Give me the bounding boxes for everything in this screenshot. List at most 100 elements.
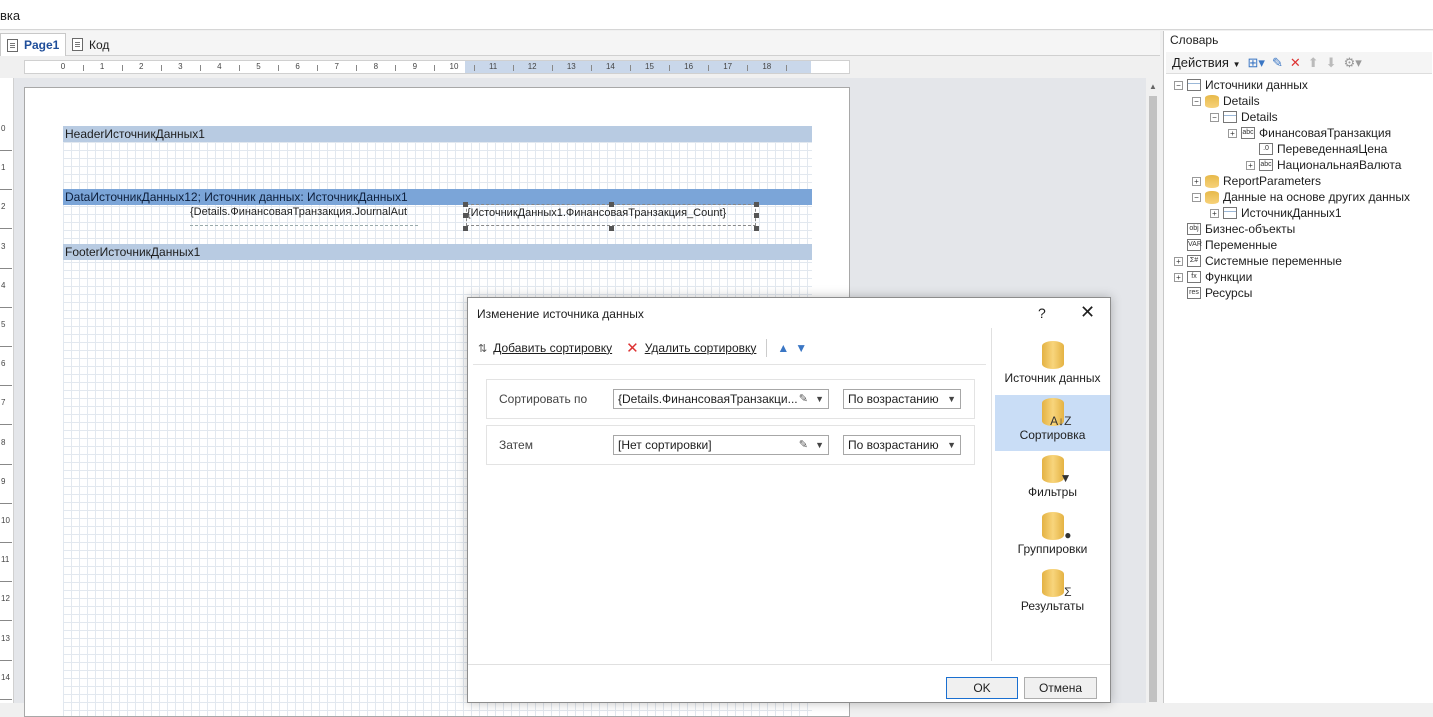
tree-node[interactable]: + ИсточникДанных1	[1210, 205, 1342, 221]
chevron-down-icon[interactable]: ▼	[815, 390, 824, 408]
tree-node[interactable]: − Источники данных	[1174, 77, 1308, 93]
tree-node[interactable]: obj Бизнес-объекты	[1174, 221, 1295, 237]
ruler-label: 2	[1, 202, 6, 212]
tree-node[interactable]: + ReportParameters	[1192, 173, 1321, 189]
expand-icon[interactable]: +	[1228, 128, 1237, 138]
tree-node[interactable]: + Σ# Системные переменные	[1174, 253, 1342, 269]
new-item-icon[interactable]: ⊞▾	[1248, 55, 1265, 71]
ruler-label: 13	[566, 62, 576, 71]
resize-handle[interactable]	[754, 213, 759, 218]
tab-page1[interactable]: Page1	[0, 33, 67, 56]
collapse-icon[interactable]: −	[1210, 112, 1219, 122]
tree-node[interactable]: + fx Функции	[1174, 269, 1252, 285]
tree-node[interactable]: res Ресурсы	[1174, 285, 1252, 301]
footer-band[interactable]: FooterИсточникДанных1	[63, 244, 812, 260]
section-0[interactable]: Источник данных	[995, 338, 1110, 394]
chevron-down-icon[interactable]: ▼	[947, 390, 956, 408]
ruler-tick	[317, 65, 319, 71]
expand-icon[interactable]: +	[1192, 176, 1201, 186]
footer-divider	[468, 664, 1110, 665]
ruler-label: 1	[1, 163, 6, 173]
add-sort-icon[interactable]: ⇅	[478, 342, 487, 355]
resize-handle[interactable]	[609, 202, 614, 207]
tree-node-label: Функции	[1205, 270, 1253, 284]
help-button[interactable]: ?	[1038, 305, 1046, 321]
header-band[interactable]: HeaderИсточникДанных1	[63, 126, 812, 142]
resize-handle[interactable]	[463, 226, 468, 231]
remove-sort-button[interactable]: Удалить сортировку	[645, 341, 757, 355]
tree-node[interactable]: + abc НациональнаяВалюта	[1246, 157, 1401, 173]
resize-handle[interactable]	[754, 202, 759, 207]
cancel-button[interactable]: Отмена	[1024, 677, 1097, 699]
edit-icon[interactable]: ✎	[1272, 55, 1283, 71]
ruler-label: 6	[295, 62, 300, 71]
actions-menu[interactable]: Действия ▼	[1172, 55, 1241, 70]
section-1[interactable]: A↓Z Сортировка	[995, 395, 1110, 451]
pencil-icon[interactable]: ✎	[799, 390, 808, 408]
tab-code[interactable]: Код	[66, 33, 115, 56]
section-4[interactable]: Σ Результаты	[995, 566, 1110, 622]
ruler-tick	[395, 65, 397, 71]
section-2[interactable]: ▼ Фильтры	[995, 452, 1110, 508]
ruler-label: 13	[1, 633, 10, 643]
tree-node-label: ReportParameters	[1223, 174, 1322, 188]
resize-handle[interactable]	[463, 213, 468, 218]
dictionary-toolbar: Действия ▼ ⊞▾ ✎ ✕ ⬆ ⬇ ⚙▾	[1166, 52, 1432, 74]
tree-node[interactable]: .0 ПереведеннаяЦена	[1246, 141, 1387, 157]
resize-handle[interactable]	[463, 202, 468, 207]
section-badge-icon: A↓Z	[1050, 414, 1072, 428]
add-sort-button[interactable]: Добавить сортировку	[493, 341, 612, 355]
pencil-icon[interactable]: ✎	[799, 436, 808, 454]
collapse-icon[interactable]: −	[1174, 80, 1183, 90]
move-up-icon[interactable]: ⬆	[1308, 55, 1319, 71]
text-field-journal[interactable]: {Details.ФинансоваяТранзакция.JournalAut	[190, 204, 418, 226]
ruler-label: 7	[334, 62, 339, 71]
tree-node[interactable]: − Данные на основе других данных	[1192, 189, 1410, 205]
collapse-icon[interactable]: −	[1192, 96, 1201, 106]
settings-icon[interactable]: ⚙▾	[1344, 55, 1362, 71]
resize-handle[interactable]	[609, 226, 614, 231]
expand-icon[interactable]: +	[1246, 160, 1255, 170]
ok-button[interactable]: OK	[946, 677, 1018, 699]
ruler-tick	[0, 346, 12, 347]
expand-icon[interactable]: +	[1210, 208, 1219, 218]
close-button[interactable]: ✕	[1080, 302, 1095, 323]
vertical-scrollbar[interactable]: ▲	[1146, 78, 1160, 703]
resize-handle[interactable]	[754, 226, 759, 231]
data-band[interactable]: DataИсточникДанных12; Источник данных: И…	[63, 189, 812, 205]
ruler-label: 15	[645, 62, 654, 71]
ruler-label: 10	[1, 516, 10, 525]
ruler-label: 4	[1, 280, 6, 290]
delete-icon[interactable]: ✕	[1290, 55, 1301, 71]
move-down-icon[interactable]: ▼	[795, 341, 807, 355]
move-down-icon[interactable]: ⬇	[1326, 55, 1337, 71]
collapse-icon[interactable]: −	[1192, 192, 1201, 202]
section-badge-icon: ▼	[1059, 471, 1072, 485]
move-up-icon[interactable]: ▲	[777, 341, 789, 355]
column-icon: fx	[1187, 271, 1201, 283]
scroll-thumb[interactable]	[1149, 96, 1157, 702]
tree-node[interactable]: VAR Переменные	[1174, 237, 1277, 253]
sort-order-combo[interactable]: По возрастанию ▼	[843, 435, 961, 455]
dictionary-panel: Словарь Действия ▼ ⊞▾ ✎ ✕ ⬆ ⬇ ⚙▾ − Источн…	[1163, 31, 1433, 703]
ruler-tick	[0, 620, 12, 622]
text-field-count[interactable]: {ИсточникДанных1.ФинансоваяТранзакция_Co…	[466, 204, 756, 226]
ruler-tick	[0, 306, 12, 308]
chevron-down-icon[interactable]: ▼	[815, 436, 824, 454]
column-icon: abc	[1241, 127, 1255, 139]
sort-order-combo[interactable]: По возрастанию ▼	[843, 389, 961, 409]
remove-sort-icon[interactable]: ✕	[626, 339, 639, 357]
tree-node[interactable]: + abc ФинансоваяТранзакция	[1228, 125, 1391, 141]
ruler-label: 5	[1, 320, 6, 329]
expand-icon[interactable]: +	[1174, 256, 1183, 266]
tree-node[interactable]: − Details	[1210, 109, 1278, 125]
chevron-down-icon[interactable]: ▼	[947, 436, 956, 454]
tab-label: Код	[89, 37, 110, 52]
section-3[interactable]: ● Группировки	[995, 509, 1110, 565]
scroll-up-icon[interactable]: ▲	[1149, 82, 1157, 91]
ruler-label: 4	[217, 62, 222, 71]
expand-icon[interactable]: +	[1174, 272, 1183, 282]
tree-node[interactable]: − Details	[1192, 93, 1260, 109]
sort-field-combo[interactable]: [Нет сортировки] ✎ ▼	[613, 435, 829, 455]
sort-field-combo[interactable]: {Details.ФинансоваяТранзакци... ✎ ▼	[613, 389, 829, 409]
